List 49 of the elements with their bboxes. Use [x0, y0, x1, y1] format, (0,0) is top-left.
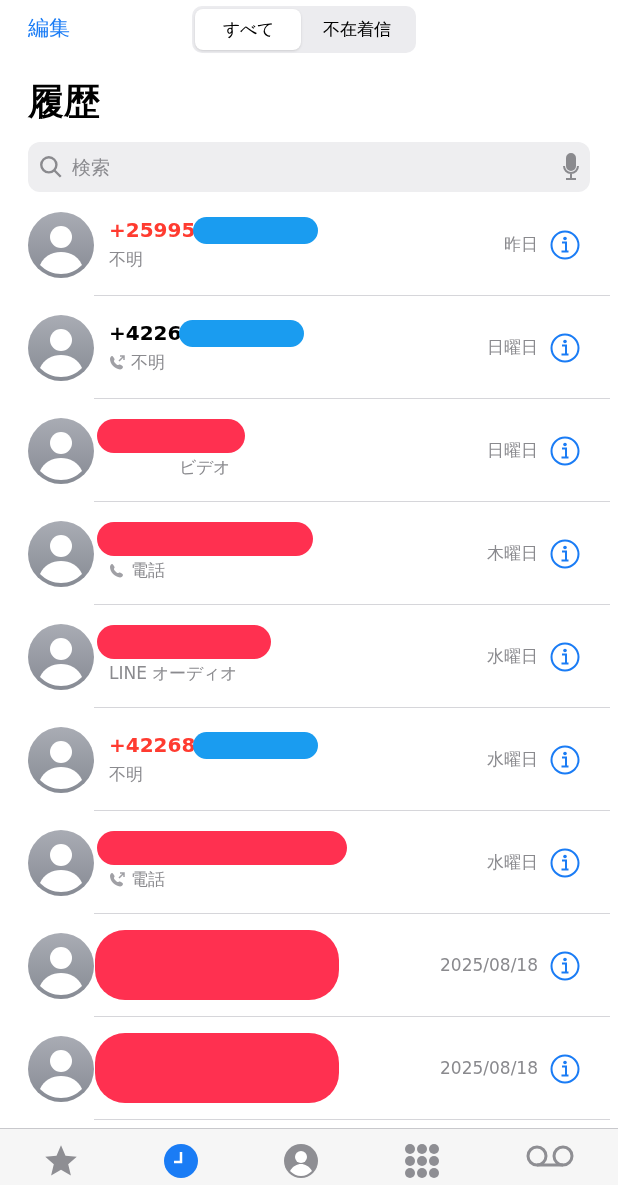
info-icon[interactable]	[550, 229, 580, 260]
caller-name: +42268	[109, 732, 196, 760]
search-input[interactable]: 検索	[72, 152, 554, 182]
call-type: 不明	[109, 763, 143, 787]
avatar-icon	[28, 520, 94, 587]
call-date: 水曜日	[487, 850, 538, 874]
page-title: 履歴	[27, 80, 101, 124]
keypad-icon[interactable]	[402, 1143, 441, 1179]
call-type: 電話	[131, 868, 165, 892]
call-date: 日曜日	[487, 438, 538, 462]
person-icon[interactable]	[283, 1143, 319, 1179]
avatar-icon	[28, 314, 94, 381]
caller-name: +4226	[109, 320, 182, 348]
call-type: 不明	[131, 351, 165, 375]
call-type: 不明	[109, 248, 143, 272]
call-type: ビデオ	[179, 456, 230, 480]
avatar-icon	[28, 1035, 94, 1102]
search-field[interactable]: 検索	[28, 142, 590, 192]
edit-button[interactable]: 編集	[28, 13, 70, 45]
caller-name: +25995	[109, 217, 196, 245]
call-type: 電話	[131, 559, 165, 583]
call-date: 水曜日	[487, 747, 538, 771]
search-icon	[38, 154, 64, 180]
avatar-icon	[28, 726, 94, 793]
avatar-icon	[28, 623, 94, 690]
info-icon[interactable]	[550, 435, 580, 466]
info-icon[interactable]	[550, 538, 580, 569]
avatar-icon	[28, 211, 94, 278]
avatar-icon	[28, 932, 94, 999]
segment-tab[interactable]: 不在着信	[301, 9, 413, 50]
call-date: 木曜日	[487, 541, 538, 565]
segment-tab[interactable]: すべて	[195, 9, 301, 50]
info-icon[interactable]	[550, 332, 580, 363]
info-icon[interactable]	[550, 950, 580, 981]
info-icon[interactable]	[550, 847, 580, 878]
microphone-icon[interactable]	[562, 153, 580, 181]
segmented-control[interactable]: すべて 不在着信	[192, 6, 416, 53]
call-date: 2025/08/18	[440, 953, 538, 977]
call-date: 水曜日	[487, 644, 538, 668]
info-icon[interactable]	[550, 641, 580, 672]
clock-icon[interactable]	[163, 1143, 200, 1179]
info-icon[interactable]	[550, 1053, 580, 1084]
call-date: 昨日	[504, 232, 538, 256]
info-icon[interactable]	[550, 744, 580, 775]
avatar-icon	[28, 829, 94, 896]
avatar-icon	[28, 417, 94, 484]
call-date: 日曜日	[487, 335, 538, 359]
call-type: LINE オーディオ	[109, 662, 238, 686]
call-date: 2025/08/18	[440, 1056, 538, 1080]
